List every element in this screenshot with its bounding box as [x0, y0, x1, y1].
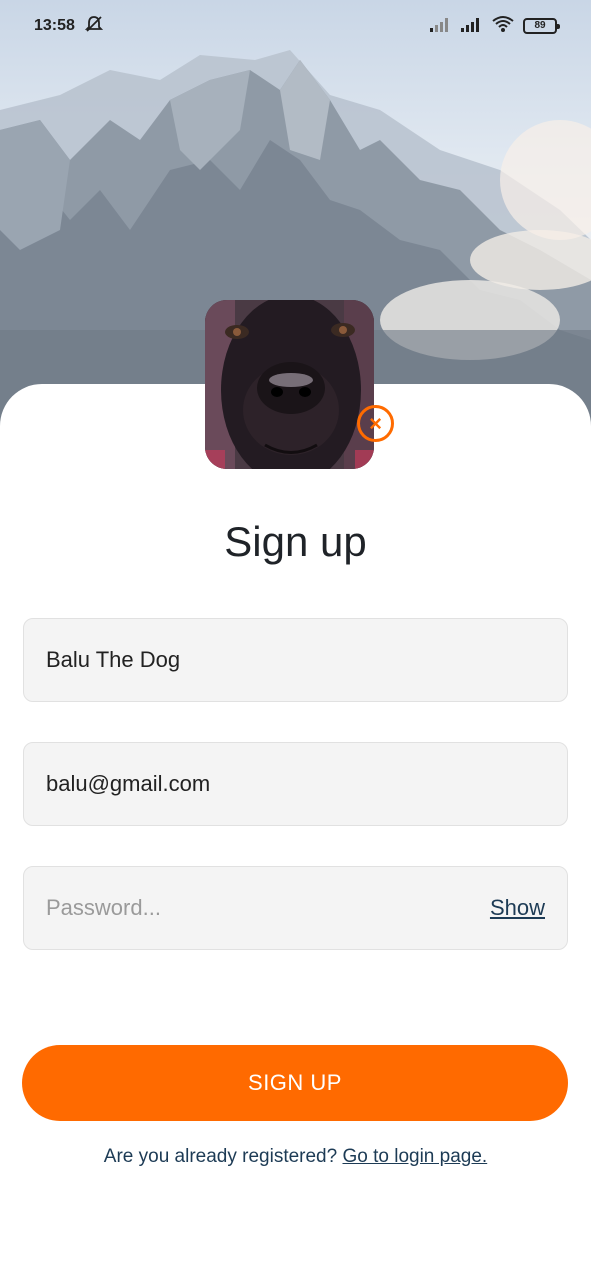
name-input[interactable]	[46, 647, 545, 673]
signal-icon	[430, 16, 452, 37]
close-circle-icon: ×	[369, 410, 382, 436]
remove-avatar-button[interactable]: ×	[357, 405, 394, 442]
silent-alarm-icon	[84, 15, 104, 38]
avatar[interactable]	[205, 300, 374, 469]
email-input[interactable]	[46, 771, 545, 797]
wifi-icon	[492, 15, 514, 38]
status-bar: 13:58 89	[0, 0, 591, 52]
name-field[interactable]	[23, 618, 568, 702]
show-password-toggle[interactable]: Show	[490, 895, 545, 921]
status-right: 89	[430, 15, 560, 38]
status-left: 13:58	[34, 15, 104, 38]
battery-icon: 89	[523, 18, 560, 34]
page-title: Sign up	[224, 518, 367, 565]
login-link[interactable]: Go to login page.	[342, 1146, 487, 1167]
signal-icon	[461, 16, 483, 37]
login-prompt-text: Are you already registered?	[103, 1146, 338, 1167]
status-time: 13:58	[34, 17, 75, 34]
login-prompt: Are you already registered? Go to login …	[0, 1146, 591, 1168]
signup-button[interactable]: SIGN UP	[22, 1045, 568, 1121]
password-input[interactable]	[46, 895, 490, 921]
email-field[interactable]	[23, 742, 568, 826]
password-field[interactable]: Show	[23, 866, 568, 950]
